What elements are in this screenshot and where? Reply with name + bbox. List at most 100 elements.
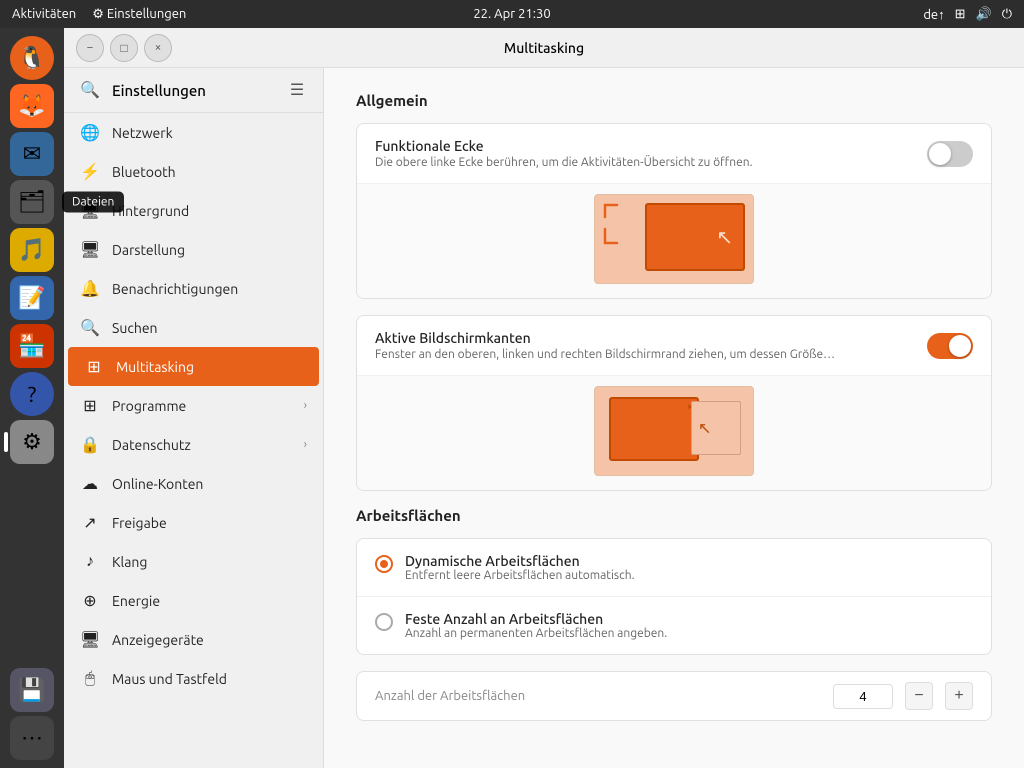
programme-arrow-icon: › <box>304 399 307 412</box>
sidebar-label-maus: Maus und Tastfeld <box>112 671 307 687</box>
funktionale-ecke-row: Funktionale Ecke Die obere linke Ecke be… <box>357 124 991 184</box>
taskbar-activities[interactable]: Aktivitäten <box>12 7 76 21</box>
sidebar-item-netzwerk[interactable]: 🌐 Netzwerk <box>64 113 323 152</box>
sidebar-label-multitasking: Multitasking <box>116 359 303 375</box>
sidebar-label-netzwerk: Netzwerk <box>112 125 307 141</box>
funktionale-ecke-toggle[interactable] <box>927 141 973 167</box>
sidebar-label-programme: Programme <box>112 398 292 414</box>
taskbar: Aktivitäten ⚙ Einstellungen 22. Apr 21:3… <box>0 0 1024 28</box>
firefox-dock-icon[interactable]: 🦊 <box>10 84 54 128</box>
sidebar-label-suchen: Suchen <box>112 320 307 336</box>
sidebar-item-datenschutz[interactable]: 🔒 Datenschutz › <box>64 425 323 464</box>
sidebar-header: 🔍 Einstellungen ☰ <box>64 68 323 113</box>
help-dock-icon[interactable]: ? <box>10 372 54 416</box>
dock: 🐧 🦊 ✉ 🗂 Dateien 🎵 📝 🏪 ? ⚙ 💾 ⋯ <box>0 28 64 768</box>
sidebar-label-darstellung: Darstellung <box>112 242 307 258</box>
network-icon[interactable]: ⊞ <box>955 7 966 22</box>
preview-inner-window: ↖ <box>691 401 741 455</box>
power-icon[interactable]: ⏻ <box>1002 7 1012 22</box>
sidebar-label-bluetooth: Bluetooth <box>112 164 307 180</box>
aktive-bildschirmkanten-toggle[interactable] <box>927 333 973 359</box>
maximize-button[interactable]: □ <box>110 34 138 62</box>
sidebar-label-hintergrund: Hintergrund <box>112 203 307 219</box>
freigabe-sidebar-icon: ↗ <box>80 513 100 532</box>
aktive-bildschirmkanten-card: Aktive Bildschirmkanten Fenster an den o… <box>356 315 992 491</box>
darstellung-sidebar-icon: 🖥 <box>80 240 100 259</box>
sidebar-label-freigabe: Freigabe <box>112 515 307 531</box>
taskbar-datetime: 22. Apr 21:30 <box>473 7 550 21</box>
sidebar-item-darstellung[interactable]: 🖥 Darstellung <box>64 230 323 269</box>
arbeitsflaechen-radio-card: Dynamische Arbeitsflächen Entfernt leere… <box>356 538 992 655</box>
dynamische-radio-btn[interactable] <box>375 555 393 573</box>
volume-icon[interactable]: 🔊 <box>976 7 992 22</box>
feste-anzahl-title: Feste Anzahl an Arbeitsflächen <box>405 611 667 627</box>
files-dock-icon[interactable]: 🗂 Dateien <box>10 180 54 224</box>
hintergrund-sidebar-icon: 🖥 <box>80 201 100 220</box>
gear-icon: ⚙ <box>92 7 104 21</box>
energie-sidebar-icon: ⊕ <box>80 591 100 610</box>
section-allgemein-title: Allgemein <box>356 92 992 109</box>
sidebar-label-online-konten: Online-Konten <box>112 476 307 492</box>
sidebar-item-multitasking[interactable]: ⊞ Multitasking <box>68 347 319 386</box>
sidebar-item-programme[interactable]: ⊞ Programme › <box>64 386 323 425</box>
online-konten-sidebar-icon: ☁ <box>80 474 100 493</box>
content-area: Allgemein Funktionale Ecke Die obere lin… <box>324 68 1024 768</box>
rhythmbox-dock-icon[interactable]: 🎵 <box>10 228 54 272</box>
counter-minus-button[interactable]: − <box>905 682 933 710</box>
sidebar-item-klang[interactable]: ♪ Klang <box>64 542 323 581</box>
settings-dock-icon[interactable]: ⚙ <box>10 420 54 464</box>
funktionale-ecke-card: Funktionale Ecke Die obere linke Ecke be… <box>356 123 992 299</box>
benachrichtigungen-sidebar-icon: 🔔 <box>80 279 100 298</box>
writer-dock-icon[interactable]: 📝 <box>10 276 54 320</box>
klang-sidebar-icon: ♪ <box>80 552 100 571</box>
sidebar-item-bluetooth[interactable]: ⚡ Bluetooth <box>64 152 323 191</box>
sidebar-label-energie: Energie <box>112 593 307 609</box>
datenschutz-arrow-icon: › <box>304 438 307 451</box>
network-sidebar-icon: 🌐 <box>80 123 100 142</box>
sidebar-item-energie[interactable]: ⊕ Energie <box>64 581 323 620</box>
funktionale-ecke-title: Funktionale Ecke <box>375 138 927 154</box>
preview-window-orange: ↖ <box>645 203 745 271</box>
ubuntu-dock-icon[interactable]: 🐧 <box>10 36 54 80</box>
sidebar-item-maus[interactable]: 🖱 Maus und Tastfeld <box>64 659 323 698</box>
counter-row: Anzahl der Arbeitsflächen − + <box>356 671 992 721</box>
window-body: 🔍 Einstellungen ☰ 🌐 Netzwerk ⚡ Bluetooth… <box>64 68 1024 768</box>
maus-sidebar-icon: 🖱 <box>80 669 100 688</box>
feste-anzahl-row[interactable]: Feste Anzahl an Arbeitsflächen Anzahl an… <box>357 597 991 654</box>
thunderbird-dock-icon[interactable]: ✉ <box>10 132 54 176</box>
sidebar-label-anzeigegeraete: Anzeigegeräte <box>112 632 307 648</box>
sidebar-item-suchen[interactable]: 🔍 Suchen <box>64 308 323 347</box>
counter-input[interactable] <box>833 684 893 709</box>
funktionale-ecke-desc: Die obere linke Ecke berühren, um die Ak… <box>375 156 855 169</box>
taskbar-lang[interactable]: de↑ <box>923 7 944 22</box>
window-titlebar: − □ × Multitasking <box>64 28 1024 68</box>
window-title: Multitasking <box>504 40 584 56</box>
minimize-button[interactable]: − <box>76 34 104 62</box>
aktive-bildschirmkanten-row: Aktive Bildschirmkanten Fenster an den o… <box>357 316 991 376</box>
sidebar-item-benachrichtigungen[interactable]: 🔔 Benachrichtigungen <box>64 269 323 308</box>
programme-sidebar-icon: ⊞ <box>80 396 100 415</box>
sidebar-label-klang: Klang <box>112 554 307 570</box>
sidebar-item-anzeigegeraete[interactable]: 🖥 Anzeigegeräte <box>64 620 323 659</box>
close-button[interactable]: × <box>144 34 172 62</box>
appstore-dock-icon[interactable]: 🏪 <box>10 324 54 368</box>
anzeigegeraete-sidebar-icon: 🖥 <box>80 630 100 649</box>
sidebar-item-hintergrund[interactable]: 🖥 Hintergrund <box>64 191 323 230</box>
dynamische-desc: Entfernt leere Arbeitsflächen automatisc… <box>405 569 635 582</box>
apps-dock-icon[interactable]: ⋯ <box>10 716 54 760</box>
section-arbeitsflaechen-title: Arbeitsflächen <box>356 507 992 524</box>
sidebar-item-online-konten[interactable]: ☁ Online-Konten <box>64 464 323 503</box>
window-controls: − □ × <box>76 34 172 62</box>
dynamische-row[interactable]: Dynamische Arbeitsflächen Entfernt leere… <box>357 539 991 597</box>
aktive-bildschirmkanten-preview: × ↖ <box>357 376 991 490</box>
taskbar-settings-indicator[interactable]: ⚙ Einstellungen <box>92 7 186 22</box>
feste-anzahl-desc: Anzahl an permanenten Arbeitsflächen ang… <box>405 627 667 640</box>
manager-dock-icon[interactable]: 💾 <box>10 668 54 712</box>
counter-plus-button[interactable]: + <box>945 682 973 710</box>
feste-anzahl-radio-btn[interactable] <box>375 613 393 631</box>
sidebar-item-freigabe[interactable]: ↗ Freigabe <box>64 503 323 542</box>
sidebar-search-button[interactable]: 🔍 <box>76 76 104 104</box>
sidebar-menu-button[interactable]: ☰ <box>283 76 311 104</box>
preview-cursor-2: ↖ <box>698 419 711 438</box>
datenschutz-sidebar-icon: 🔒 <box>80 435 100 454</box>
